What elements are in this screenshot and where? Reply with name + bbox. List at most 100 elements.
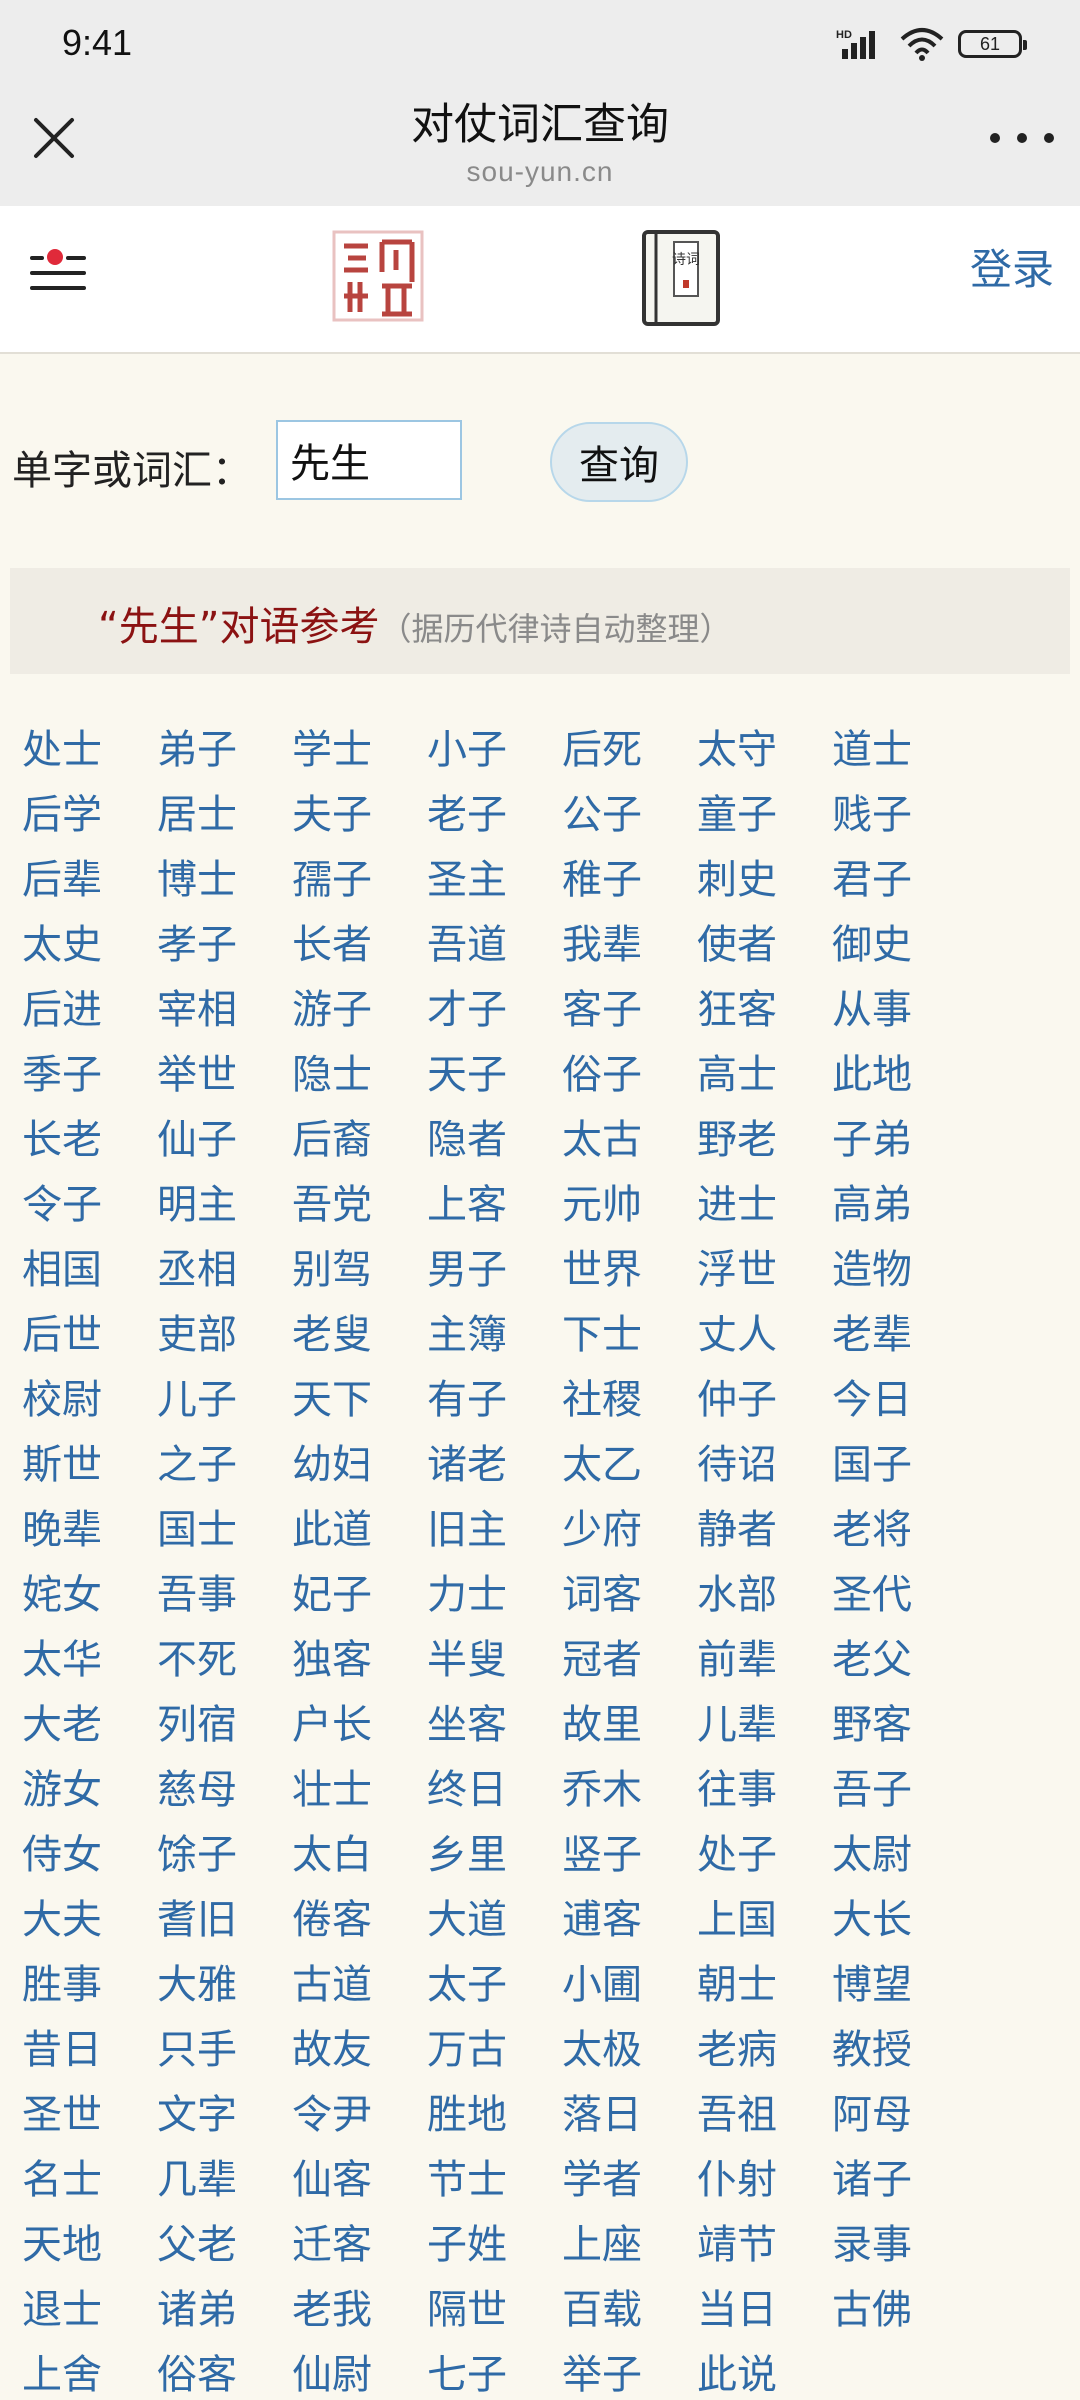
word-link[interactable]: 男子 [427,1238,562,1303]
word-link[interactable]: 隔世 [427,2278,562,2343]
word-link[interactable]: 太守 [697,718,832,783]
word-link[interactable]: 吾事 [157,1563,292,1628]
word-link[interactable]: 往事 [697,1758,832,1823]
word-link[interactable]: 老父 [832,1628,967,1693]
word-link[interactable]: 后辈 [22,848,157,913]
word-link[interactable]: 侍女 [22,1823,157,1888]
word-link[interactable]: 游女 [22,1758,157,1823]
word-link[interactable]: 小圃 [562,1953,697,2018]
word-link[interactable]: 不死 [157,1628,292,1693]
word-link[interactable]: 几辈 [157,2148,292,2213]
word-link[interactable]: 长老 [22,1108,157,1173]
word-link[interactable]: 上舍 [22,2343,157,2400]
word-link[interactable]: 才子 [427,978,562,1043]
word-link[interactable]: 后世 [22,1303,157,1368]
word-link[interactable]: 举子 [562,2343,697,2400]
word-link[interactable]: 词客 [562,1563,697,1628]
word-link[interactable]: 明主 [157,1173,292,1238]
word-link[interactable]: 子姓 [427,2213,562,2278]
word-link[interactable]: 有子 [427,1368,562,1433]
word-link[interactable]: 举世 [157,1043,292,1108]
login-link[interactable]: 登录 [970,236,1054,297]
word-link[interactable]: 迁客 [292,2213,427,2278]
word-link[interactable]: 少府 [562,1498,697,1563]
word-link[interactable]: 万古 [427,2018,562,2083]
word-link[interactable]: 当日 [697,2278,832,2343]
word-link[interactable]: 仙子 [157,1108,292,1173]
word-link[interactable]: 上客 [427,1173,562,1238]
word-link[interactable]: 古佛 [832,2278,967,2343]
word-link[interactable]: 孝子 [157,913,292,978]
word-link[interactable]: 后学 [22,783,157,848]
word-link[interactable]: 国士 [157,1498,292,1563]
word-link[interactable]: 下士 [562,1303,697,1368]
word-link[interactable]: 水部 [697,1563,832,1628]
word-link[interactable]: 倦客 [292,1888,427,1953]
word-link[interactable]: 半叟 [427,1628,562,1693]
word-link[interactable]: 待诏 [697,1433,832,1498]
word-link[interactable]: 太华 [22,1628,157,1693]
word-link[interactable]: 俗子 [562,1043,697,1108]
word-link[interactable]: 儿子 [157,1368,292,1433]
word-link[interactable]: 竖子 [562,1823,697,1888]
word-link[interactable]: 浮世 [697,1238,832,1303]
word-link[interactable]: 太极 [562,2018,697,2083]
word-link[interactable]: 令尹 [292,2083,427,2148]
word-link[interactable]: 靖节 [697,2213,832,2278]
word-link[interactable]: 大夫 [22,1888,157,1953]
word-link[interactable]: 主簿 [427,1303,562,1368]
word-link[interactable]: 上国 [697,1888,832,1953]
word-link[interactable]: 圣主 [427,848,562,913]
word-link[interactable]: 名士 [22,2148,157,2213]
word-link[interactable]: 节士 [427,2148,562,2213]
word-link[interactable]: 冠者 [562,1628,697,1693]
word-link[interactable]: 造物 [832,1238,967,1303]
word-link[interactable]: 国子 [832,1433,967,1498]
word-link[interactable]: 我辈 [562,913,697,978]
word-link[interactable]: 老叟 [292,1303,427,1368]
word-link[interactable]: 百载 [562,2278,697,2343]
word-link[interactable]: 吾祖 [697,2083,832,2148]
word-link[interactable]: 静者 [697,1498,832,1563]
word-link[interactable]: 逋客 [562,1888,697,1953]
query-button[interactable]: 查询 [550,422,688,502]
word-link[interactable]: 此道 [292,1498,427,1563]
word-link[interactable]: 大道 [427,1888,562,1953]
poetry-book-icon[interactable]: 诗词 [640,228,722,328]
word-link[interactable]: 太白 [292,1823,427,1888]
word-link[interactable]: 丞相 [157,1238,292,1303]
word-link[interactable]: 老将 [832,1498,967,1563]
word-link[interactable]: 诸弟 [157,2278,292,2343]
word-link[interactable]: 夫子 [292,783,427,848]
word-link[interactable]: 儿辈 [697,1693,832,1758]
word-link[interactable]: 后裔 [292,1108,427,1173]
menu-button[interactable] [30,246,86,298]
word-link[interactable]: 独客 [292,1628,427,1693]
word-link[interactable]: 天子 [427,1043,562,1108]
word-link[interactable]: 宰相 [157,978,292,1043]
word-link[interactable]: 此说 [697,2343,832,2400]
word-link[interactable]: 斯世 [22,1433,157,1498]
word-link[interactable]: 使者 [697,913,832,978]
word-link[interactable]: 落日 [562,2083,697,2148]
word-link[interactable]: 退士 [22,2278,157,2343]
word-link[interactable]: 仙尉 [292,2343,427,2400]
word-link[interactable]: 晚辈 [22,1498,157,1563]
word-link[interactable]: 耆旧 [157,1888,292,1953]
word-link[interactable]: 前辈 [697,1628,832,1693]
word-link[interactable]: 终日 [427,1758,562,1823]
word-link[interactable]: 大老 [22,1693,157,1758]
word-link[interactable]: 阿母 [832,2083,967,2148]
word-link[interactable]: 太史 [22,913,157,978]
word-link[interactable]: 元帅 [562,1173,697,1238]
word-link[interactable]: 童子 [697,783,832,848]
word-link[interactable]: 子弟 [832,1108,967,1173]
word-link[interactable]: 故友 [292,2018,427,2083]
word-link[interactable]: 之子 [157,1433,292,1498]
word-link[interactable]: 公子 [562,783,697,848]
word-link[interactable]: 录事 [832,2213,967,2278]
search-input[interactable] [276,420,462,500]
word-link[interactable]: 弟子 [157,718,292,783]
word-link[interactable]: 校尉 [22,1368,157,1433]
word-link[interactable]: 老病 [697,2018,832,2083]
